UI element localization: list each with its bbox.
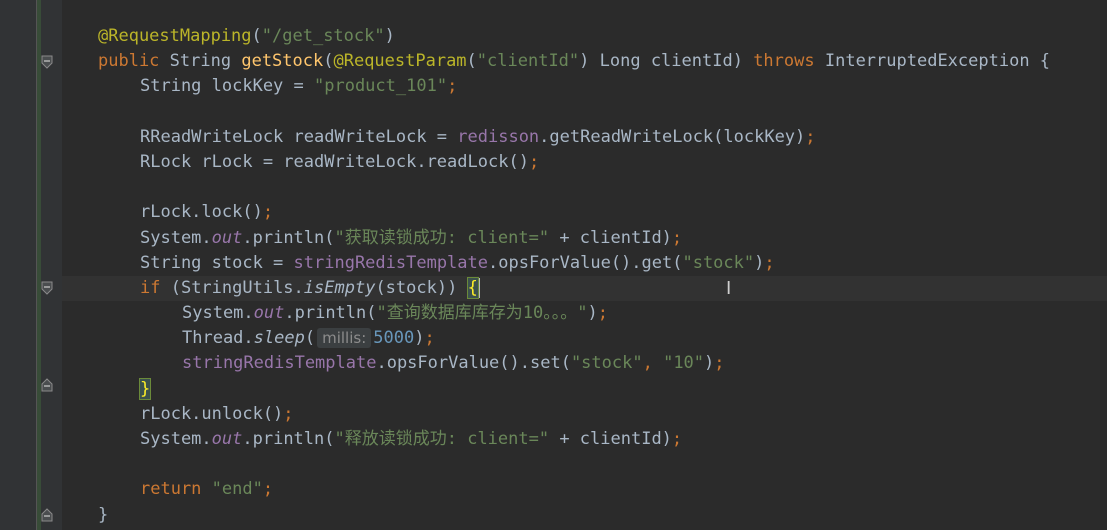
code-line: Thread.sleep(millis: 5000); — [182, 328, 435, 349]
code-line: System.out.println("释放读锁成功: client=" + c… — [140, 429, 683, 449]
code-line: String stock = stringRedisTemplate.opsFo… — [140, 252, 775, 273]
vcs-change-marker[interactable] — [37, 0, 41, 530]
empty-line — [62, 175, 1107, 200]
code-line: @RequestMapping("/get_stock") — [98, 26, 395, 46]
code-editor[interactable]: @RequestMapping("/get_stock") public Str… — [0, 0, 1107, 530]
fold-open-icon[interactable] — [40, 281, 54, 295]
code-line: } — [62, 377, 1107, 402]
code-line: RLock rLock = readWriteLock.readLock(); — [140, 151, 540, 172]
current-code-line: if (StringUtils.isEmpty(stock)) { — [62, 275, 1107, 302]
code-line: System.out.println("查询数据库库存为10。。。"); — [182, 303, 608, 324]
fold-close-icon[interactable] — [40, 508, 54, 522]
code-line: rLock.unlock(); — [140, 403, 294, 424]
empty-line — [62, 100, 1107, 125]
code-line: RReadWriteLock readWriteLock = redisson.… — [140, 126, 816, 147]
code-line: return "end"; — [140, 479, 274, 500]
matched-brace: { — [466, 276, 479, 299]
code-area[interactable]: @RequestMapping("/get_stock") public Str… — [62, 24, 1107, 528]
code-line: } — [98, 504, 109, 525]
text-cursor-icon: I — [726, 278, 732, 299]
parameter-hint: millis: — [317, 328, 372, 349]
text-caret — [477, 277, 480, 298]
code-line: String lockKey = "product_101"; — [140, 76, 458, 97]
code-line: rLock.lock(); — [140, 202, 274, 223]
code-line: System.out.println("获取读锁成功: client=" + c… — [140, 227, 683, 248]
code-line: stringRedisTemplate.opsForValue().set("s… — [182, 353, 725, 374]
matched-brace: } — [138, 377, 152, 400]
code-line: public String getStock(@RequestParam("cl… — [98, 51, 1051, 72]
editor-gutter — [0, 0, 62, 530]
fold-open-icon[interactable] — [40, 55, 54, 69]
empty-line — [62, 452, 1107, 477]
fold-close-icon[interactable] — [40, 378, 54, 392]
